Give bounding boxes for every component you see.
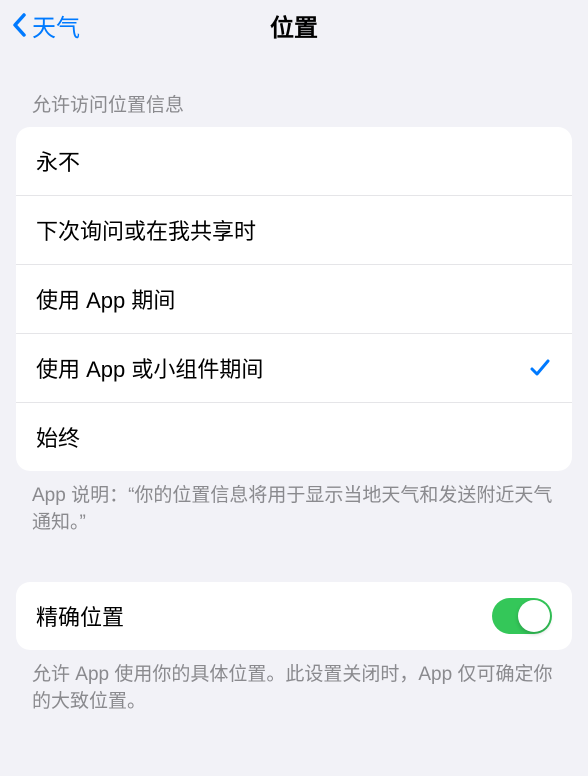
option-label: 始终 bbox=[36, 421, 80, 453]
location-access-options: 永不 下次询问或在我共享时 使用 App 期间 使用 App 或小组件期间 始终 bbox=[16, 127, 572, 471]
option-ask-next-time[interactable]: 下次询问或在我共享时 bbox=[16, 195, 572, 264]
option-label: 永不 bbox=[36, 145, 80, 177]
precise-location-label: 精确位置 bbox=[36, 600, 124, 632]
page-title: 位置 bbox=[270, 8, 318, 43]
navigation-bar: 天气 位置 bbox=[0, 0, 588, 50]
section-header-location-access: 允许访问位置信息 bbox=[0, 50, 588, 127]
section-footer-precise-location: 允许 App 使用你的具体位置。此设置关闭时，App 仅可确定你的大致位置。 bbox=[0, 650, 588, 727]
back-label: 天气 bbox=[32, 8, 80, 43]
precise-location-group: 精确位置 bbox=[16, 582, 572, 650]
back-button[interactable]: 天气 bbox=[10, 8, 80, 43]
option-while-using-app-or-widgets[interactable]: 使用 App 或小组件期间 bbox=[16, 333, 572, 402]
option-label: 使用 App 或小组件期间 bbox=[36, 352, 263, 384]
chevron-left-icon bbox=[10, 11, 28, 39]
section-footer-app-description: App 说明：“你的位置信息将用于显示当地天气和发送附近天气通知。” bbox=[0, 471, 588, 548]
option-label: 使用 App 期间 bbox=[36, 283, 175, 315]
option-never[interactable]: 永不 bbox=[16, 127, 572, 195]
precise-location-toggle[interactable] bbox=[492, 598, 552, 634]
option-while-using-app[interactable]: 使用 App 期间 bbox=[16, 264, 572, 333]
option-label: 下次询问或在我共享时 bbox=[36, 214, 256, 246]
toggle-knob bbox=[518, 600, 550, 632]
checkmark-icon bbox=[528, 356, 552, 380]
option-always[interactable]: 始终 bbox=[16, 402, 572, 471]
precise-location-row: 精确位置 bbox=[16, 582, 572, 650]
